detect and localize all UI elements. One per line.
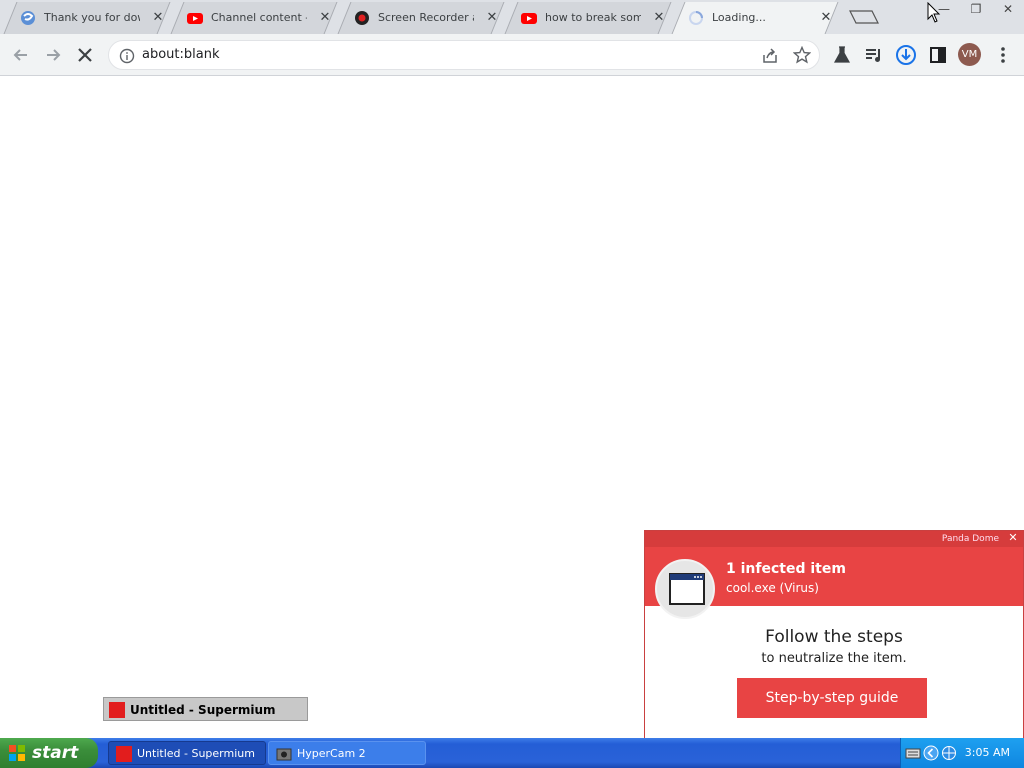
- youtube-icon: [187, 13, 203, 24]
- share-icon[interactable]: [761, 47, 779, 65]
- address-bar[interactable]: about:blank: [108, 40, 820, 70]
- browser-tab-strip: Thank you for downl ✕ Channel content - …: [0, 0, 1024, 34]
- step-by-step-guide-button[interactable]: Step-by-step guide: [737, 678, 927, 718]
- mouse-cursor-icon: [927, 2, 941, 23]
- network-globe-icon[interactable]: [941, 745, 957, 761]
- instruction-subtext: to neutralize the item.: [761, 651, 907, 666]
- supermium-app-icon: [109, 702, 125, 718]
- menu-kebab-icon[interactable]: [992, 44, 1014, 66]
- minimized-window-label: Untitled - Supermium: [130, 703, 276, 717]
- minimized-window-title[interactable]: Untitled - Supermium: [103, 697, 308, 721]
- tab-title: how to break someo: [545, 11, 641, 24]
- taskbar-item-label: HyperCam 2: [297, 747, 366, 760]
- browser-tab[interactable]: Channel content - Y ✕: [169, 2, 339, 34]
- taskbar: start Untitled - Supermium HyperCam 2 3:…: [0, 738, 1024, 768]
- collapse-tray-icon[interactable]: [923, 745, 939, 761]
- instruction-heading: Follow the steps: [765, 627, 903, 647]
- tab-title: Loading...: [712, 11, 766, 24]
- media-queue-icon[interactable]: [863, 44, 885, 66]
- spinner-icon: [689, 11, 703, 25]
- antivirus-alert-popup: Panda Dome ✕ 1 infected item cool.exe (V…: [644, 530, 1024, 740]
- taskbar-item-hypercam[interactable]: HyperCam 2: [268, 741, 426, 765]
- youtube-icon: [521, 13, 537, 24]
- browser-toolbar: about:blank VM: [0, 34, 1024, 76]
- back-arrow-icon[interactable]: [10, 44, 32, 66]
- taskbar-item-supermium[interactable]: Untitled - Supermium: [108, 741, 266, 765]
- stop-loading-icon[interactable]: [74, 44, 96, 66]
- url-text[interactable]: about:blank: [142, 47, 220, 63]
- close-icon[interactable]: ✕: [150, 10, 166, 26]
- window-controls: — ❐ ✕: [928, 0, 1024, 20]
- browser-tab[interactable]: how to break someo ✕: [503, 2, 673, 34]
- close-icon[interactable]: ✕: [651, 10, 667, 26]
- infected-file-name: cool.exe (Virus): [726, 581, 819, 595]
- browser-tab-active[interactable]: Loading... ✕: [670, 2, 840, 34]
- record-icon: [355, 11, 369, 25]
- taskbar-item-label: Untitled - Supermium: [137, 747, 255, 760]
- popup-icon-circle: [655, 559, 715, 619]
- close-icon[interactable]: ✕: [1007, 532, 1019, 544]
- tab-title: Thank you for downl: [44, 11, 140, 24]
- side-panel-icon[interactable]: [927, 44, 949, 66]
- popup-titlebar: Panda Dome ✕: [645, 531, 1023, 547]
- keyboard-icon[interactable]: [905, 745, 921, 761]
- infected-count-heading: 1 infected item: [726, 561, 846, 577]
- windows-flag-icon: [9, 745, 25, 761]
- close-icon[interactable]: ✕: [317, 10, 333, 26]
- tab-title: Channel content - Y: [211, 11, 307, 24]
- supermium-app-icon: [116, 746, 132, 762]
- download-icon[interactable]: [895, 44, 917, 66]
- taskbar-clock: 3:05 AM: [964, 746, 1010, 759]
- close-window-icon[interactable]: ✕: [992, 0, 1024, 18]
- app-window-icon: [669, 573, 705, 605]
- system-tray: 3:05 AM: [900, 738, 1024, 768]
- popup-brand: Panda Dome: [941, 534, 999, 544]
- new-tab-icon[interactable]: [848, 9, 880, 25]
- start-button[interactable]: start: [0, 738, 98, 768]
- desktop-screen: Thank you for downl ✕ Channel content - …: [0, 0, 1024, 768]
- info-icon[interactable]: [119, 48, 135, 64]
- browser-tab[interactable]: Screen Recorder an ✕: [336, 2, 506, 34]
- tab-title: Screen Recorder an: [378, 11, 474, 24]
- close-icon[interactable]: ✕: [818, 10, 834, 26]
- hypercam-icon: [276, 748, 292, 761]
- start-label: start: [32, 743, 79, 763]
- profile-avatar[interactable]: VM: [958, 43, 981, 66]
- browser-tab[interactable]: Thank you for downl ✕: [2, 2, 172, 34]
- blue-swirl-icon: [21, 11, 35, 25]
- bookmark-star-icon[interactable]: [793, 46, 811, 64]
- forward-arrow-icon[interactable]: [42, 44, 64, 66]
- labs-flask-icon[interactable]: [831, 44, 853, 66]
- restore-icon[interactable]: ❐: [960, 0, 992, 18]
- close-icon[interactable]: ✕: [484, 10, 500, 26]
